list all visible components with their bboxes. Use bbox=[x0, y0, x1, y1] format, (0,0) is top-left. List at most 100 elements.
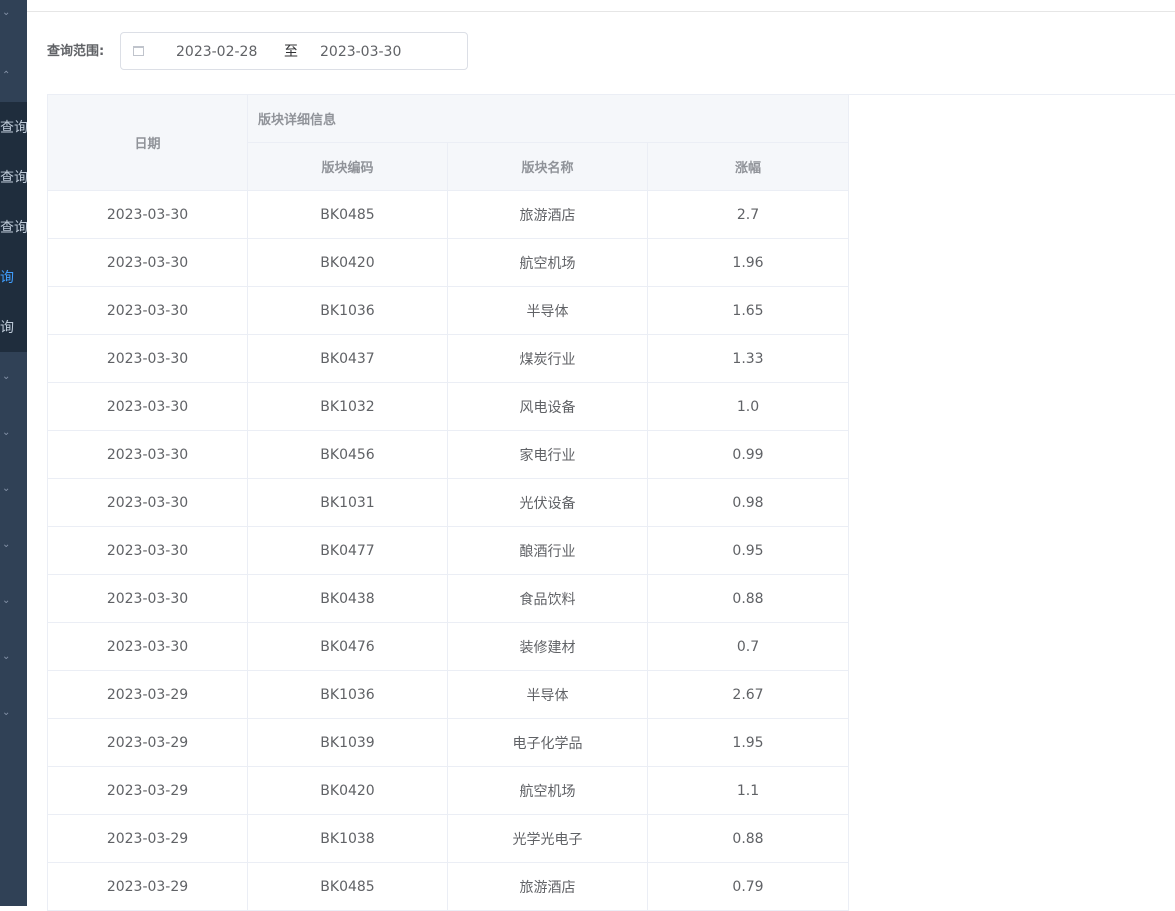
sector-code-cell: BK0485 bbox=[247, 190, 448, 239]
change-cell: 0.95 bbox=[647, 526, 849, 575]
sidebar-item-query-1[interactable]: 查询 bbox=[0, 118, 27, 138]
table-row[interactable]: 2023-03-30 BK0456 家电行业 0.99 bbox=[47, 430, 849, 479]
chevron-up-icon[interactable]: ⌃ bbox=[0, 66, 27, 86]
table-row[interactable]: 2023-03-30 BK1032 风电设备 1.0 bbox=[47, 382, 849, 431]
sector-name-cell: 旅游酒店 bbox=[447, 862, 648, 911]
date-cell: 2023-03-30 bbox=[47, 622, 248, 671]
table-row[interactable]: 2023-03-29 BK1038 光学光电子 0.88 bbox=[47, 814, 849, 863]
sector-table: 日期 版块详细信息 版块编码 版块名称 涨幅 2023-03-30 BK0485 旅… bbox=[47, 94, 849, 911]
column-header-sector-name[interactable]: 版块名称 bbox=[447, 142, 648, 191]
change-cell: 1.1 bbox=[647, 766, 849, 815]
calendar-icon bbox=[133, 46, 144, 56]
sector-code-cell: BK1036 bbox=[247, 670, 448, 719]
change-cell: 0.88 bbox=[647, 814, 849, 863]
table-row[interactable]: 2023-03-29 BK0420 航空机场 1.1 bbox=[47, 766, 849, 815]
sector-name-cell: 电子化学品 bbox=[447, 718, 648, 767]
change-cell: 0.98 bbox=[647, 478, 849, 527]
table-row[interactable]: 2023-03-29 BK1039 电子化学品 1.95 bbox=[47, 718, 849, 767]
sector-code-cell: BK1036 bbox=[247, 286, 448, 335]
chevron-down-icon[interactable]: ⌄ bbox=[0, 647, 27, 667]
date-cell: 2023-03-29 bbox=[47, 814, 248, 863]
sidebar-item-query-4-active[interactable]: 询 bbox=[0, 268, 27, 288]
table-row[interactable]: 2023-03-30 BK0420 航空机场 1.96 bbox=[47, 238, 849, 287]
table-row[interactable]: 2023-03-30 BK1031 光伏设备 0.98 bbox=[47, 478, 849, 527]
table-row[interactable]: 2023-03-30 BK0485 旅游酒店 2.7 bbox=[47, 190, 849, 239]
sidebar: ⌄ ⌃ 查询 查询 查询 询 询 ⌄ ⌄ ⌄ ⌄ ⌄ ⌄ ⌄ bbox=[0, 0, 27, 906]
change-cell: 1.96 bbox=[647, 238, 849, 287]
table-row[interactable]: 2023-03-29 BK1036 半导体 2.67 bbox=[47, 670, 849, 719]
change-cell: 0.79 bbox=[647, 862, 849, 911]
change-cell: 1.0 bbox=[647, 382, 849, 431]
date-cell: 2023-03-30 bbox=[47, 526, 248, 575]
chevron-down-icon[interactable]: ⌄ bbox=[0, 3, 27, 23]
change-cell: 2.7 bbox=[647, 190, 849, 239]
chevron-down-icon[interactable]: ⌄ bbox=[0, 367, 27, 387]
chevron-down-icon[interactable]: ⌄ bbox=[0, 703, 27, 723]
change-cell: 1.95 bbox=[647, 718, 849, 767]
date-cell: 2023-03-29 bbox=[47, 718, 248, 767]
sector-name-cell: 煤炭行业 bbox=[447, 334, 648, 383]
sector-name-cell: 光学光电子 bbox=[447, 814, 648, 863]
sector-code-cell: BK0477 bbox=[247, 526, 448, 575]
change-cell: 0.7 bbox=[647, 622, 849, 671]
change-cell: 1.65 bbox=[647, 286, 849, 335]
sector-name-cell: 家电行业 bbox=[447, 430, 648, 479]
table-row[interactable]: 2023-03-30 BK0438 食品饮料 0.88 bbox=[47, 574, 849, 623]
sector-code-cell: BK0485 bbox=[247, 862, 448, 911]
date-cell: 2023-03-29 bbox=[47, 766, 248, 815]
sector-code-cell: BK0456 bbox=[247, 430, 448, 479]
sector-name-cell: 航空机场 bbox=[447, 238, 648, 287]
change-cell: 2.67 bbox=[647, 670, 849, 719]
sector-code-cell: BK1039 bbox=[247, 718, 448, 767]
table-row[interactable]: 2023-03-30 BK0477 酿酒行业 0.95 bbox=[47, 526, 849, 575]
date-cell: 2023-03-30 bbox=[47, 574, 248, 623]
chevron-down-icon[interactable]: ⌄ bbox=[0, 479, 27, 499]
sector-name-cell: 半导体 bbox=[447, 670, 648, 719]
change-cell: 0.88 bbox=[647, 574, 849, 623]
sector-name-cell: 风电设备 bbox=[447, 382, 648, 431]
sector-code-cell: BK0438 bbox=[247, 574, 448, 623]
change-cell: 1.33 bbox=[647, 334, 849, 383]
sidebar-item-query-2[interactable]: 查询 bbox=[0, 168, 27, 188]
sector-name-cell: 旅游酒店 bbox=[447, 190, 648, 239]
sector-code-cell: BK1031 bbox=[247, 478, 448, 527]
sector-code-cell: BK1032 bbox=[247, 382, 448, 431]
chevron-down-icon[interactable]: ⌄ bbox=[0, 535, 27, 555]
table-row[interactable]: 2023-03-30 BK0476 装修建材 0.7 bbox=[47, 622, 849, 671]
sector-name-cell: 酿酒行业 bbox=[447, 526, 648, 575]
sector-name-cell: 光伏设备 bbox=[447, 478, 648, 527]
sector-code-cell: BK0420 bbox=[247, 766, 448, 815]
sector-name-cell: 食品饮料 bbox=[447, 574, 648, 623]
column-header-date[interactable]: 日期 bbox=[47, 94, 248, 191]
date-cell: 2023-03-30 bbox=[47, 190, 248, 239]
sector-code-cell: BK0437 bbox=[247, 334, 448, 383]
chevron-down-icon[interactable]: ⌄ bbox=[0, 423, 27, 443]
sidebar-item-query-5[interactable]: 询 bbox=[0, 318, 27, 338]
date-cell: 2023-03-30 bbox=[47, 238, 248, 287]
sector-code-cell: BK1038 bbox=[247, 814, 448, 863]
date-cell: 2023-03-30 bbox=[47, 334, 248, 383]
change-cell: 0.99 bbox=[647, 430, 849, 479]
table-row[interactable]: 2023-03-29 BK0485 旅游酒店 0.79 bbox=[47, 862, 849, 911]
sector-code-cell: BK0420 bbox=[247, 238, 448, 287]
sector-name-cell: 装修建材 bbox=[447, 622, 648, 671]
table-row[interactable]: 2023-03-30 BK1036 半导体 1.65 bbox=[47, 286, 849, 335]
date-range-picker[interactable]: 2023-02-28 至 2023-03-30 bbox=[120, 32, 468, 70]
column-header-sector-code[interactable]: 版块编码 bbox=[247, 142, 448, 191]
date-cell: 2023-03-30 bbox=[47, 430, 248, 479]
sidebar-submenu: 查询 查询 查询 询 询 bbox=[0, 102, 27, 352]
column-group-header-sector-details: 版块详细信息 bbox=[247, 94, 849, 143]
table-top-divider bbox=[848, 94, 1175, 95]
table-row[interactable]: 2023-03-30 BK0437 煤炭行业 1.33 bbox=[47, 334, 849, 383]
column-header-change[interactable]: 涨幅 bbox=[647, 142, 849, 191]
date-range-separator: 至 bbox=[284, 44, 298, 60]
chevron-down-icon[interactable]: ⌄ bbox=[0, 591, 27, 611]
start-date-input[interactable]: 2023-02-28 bbox=[176, 43, 257, 61]
end-date-input[interactable]: 2023-03-30 bbox=[320, 43, 401, 61]
sector-name-cell: 航空机场 bbox=[447, 766, 648, 815]
date-cell: 2023-03-30 bbox=[47, 478, 248, 527]
sidebar-item-query-3[interactable]: 查询 bbox=[0, 218, 27, 238]
query-range-label: 查询范围: bbox=[47, 44, 105, 59]
date-cell: 2023-03-30 bbox=[47, 382, 248, 431]
sector-name-cell: 半导体 bbox=[447, 286, 648, 335]
